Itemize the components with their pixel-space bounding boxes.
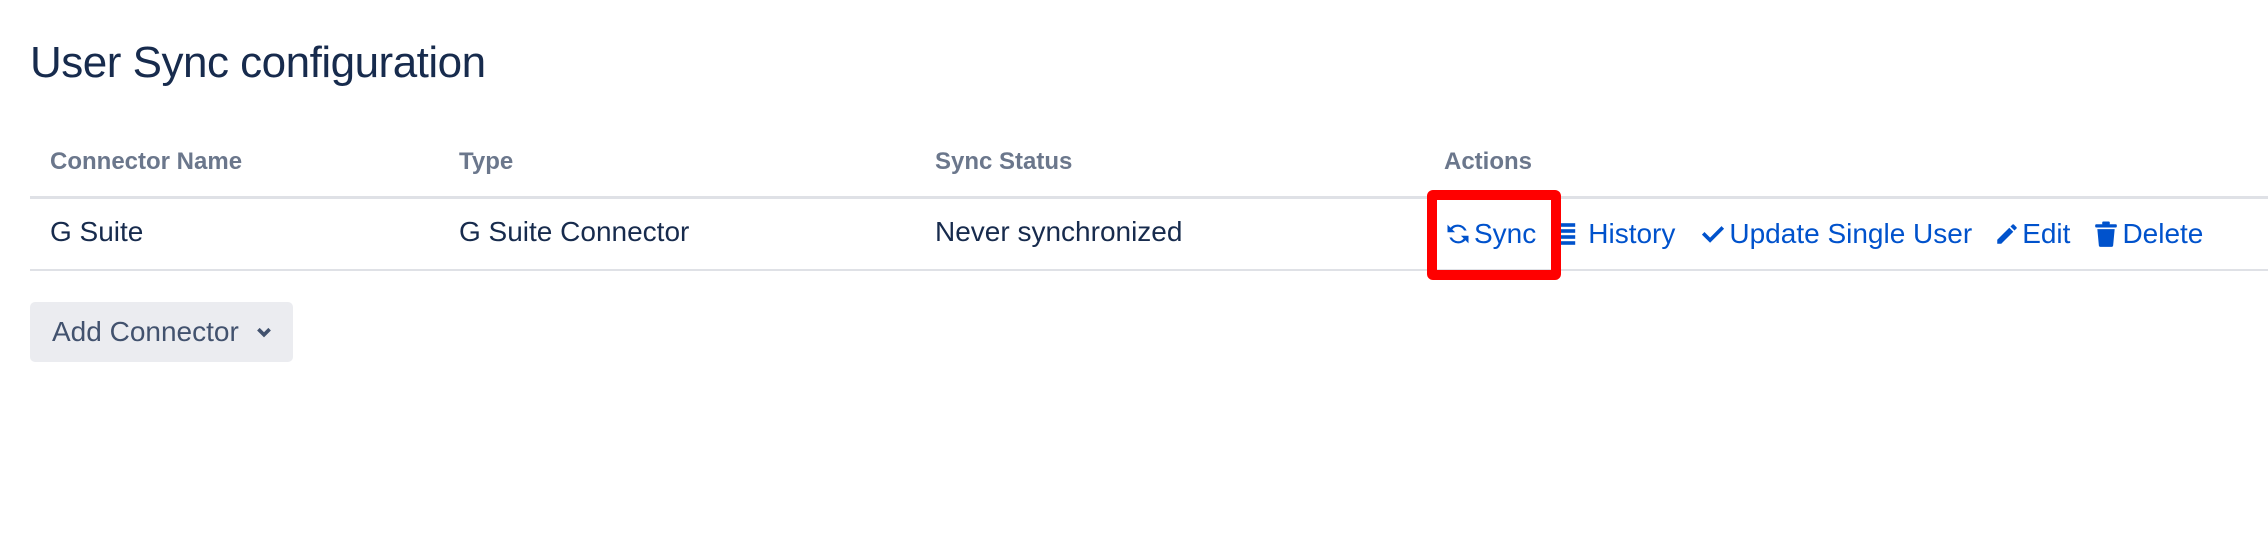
- row-actions: Sync History Update Single User Edit Del…: [1444, 214, 2203, 254]
- table-header: Connector Name Type Sync Status Actions: [30, 138, 2268, 199]
- connectors-table: Connector Name Type Sync Status Actions …: [30, 138, 2268, 271]
- sync-link[interactable]: Sync: [1444, 218, 1536, 250]
- page-title: User Sync configuration: [30, 38, 486, 87]
- sync-status-cell: Never synchronized: [935, 216, 1183, 247]
- sync-label: Sync: [1474, 218, 1537, 249]
- add-connector-button[interactable]: Add Connector: [30, 302, 293, 362]
- edit-link[interactable]: Edit: [1994, 218, 2070, 250]
- table-row: G Suite G Suite Connector Never synchron…: [30, 199, 2268, 271]
- update-single-user-link[interactable]: Update Single User: [1699, 218, 1972, 250]
- connector-type-cell: G Suite Connector: [459, 216, 690, 247]
- update-single-user-label: Update Single User: [1729, 218, 1973, 249]
- sync-icon: [1447, 224, 1469, 244]
- delete-label: Delete: [2122, 218, 2204, 249]
- header-actions: Actions: [1444, 148, 1533, 175]
- trash-icon: [2095, 221, 2118, 247]
- pencil-icon: [1997, 224, 2017, 244]
- edit-label: Edit: [2022, 218, 2071, 249]
- header-sync-status: Sync Status: [935, 148, 1073, 175]
- history-label: History: [1588, 218, 1676, 249]
- header-connector-name: Connector Name: [50, 148, 243, 175]
- history-link[interactable]: History: [1560, 218, 1675, 250]
- connector-name-cell: G Suite: [50, 216, 144, 247]
- list-icon: [1561, 223, 1576, 245]
- check-icon: [1702, 226, 1725, 243]
- chevron-down-icon: [256, 327, 271, 338]
- delete-link[interactable]: Delete: [2094, 218, 2203, 250]
- add-connector-label: Add Connector: [52, 316, 239, 347]
- header-type: Type: [459, 148, 514, 175]
